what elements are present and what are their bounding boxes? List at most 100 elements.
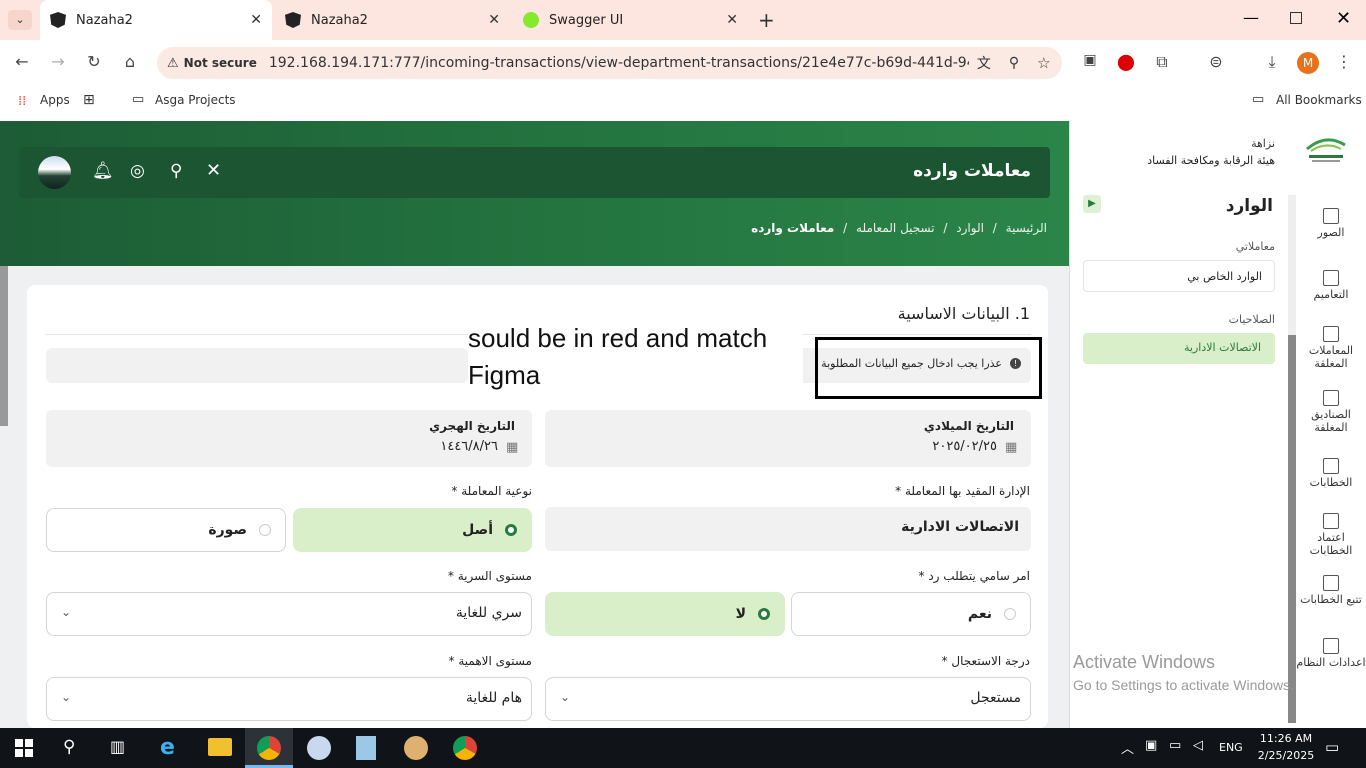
zoom-icon[interactable]: ⚲ [1009,55,1019,71]
radio-copy-label: صورة [208,522,247,538]
notification-icon[interactable]: ▭ [1325,738,1339,756]
chevron-down-icon: ⌄ [61,690,72,704]
radio-no[interactable]: لا [545,592,785,636]
address-bar[interactable]: ⚠ Not secure 192.168.194.171:777/incomin… [157,47,1062,79]
folder-bookmark[interactable]: Asga Projects [155,93,236,107]
breadcrumb-separator: / [992,221,997,235]
sidebar-item-system-settings[interactable]: اعدادات النظام [1296,638,1366,669]
restore-button[interactable] [1290,12,1302,24]
extensions-puzzle-icon[interactable]: ⧉ [1151,52,1173,72]
home-icon[interactable]: ⌂ [119,52,141,71]
close-tab-icon[interactable]: ✕ [726,12,738,28]
radio-original[interactable]: أصل [293,508,532,552]
apps-icon[interactable]: ⁞⁞ [18,94,26,109]
minimize-button[interactable]: — [1243,8,1259,27]
document-icon [1323,575,1339,591]
volume-icon[interactable]: ◁ [1193,738,1203,753]
transaction-type-label: نوعية المعاملة * [451,484,532,498]
chrome-icon[interactable] [453,736,477,760]
reload-icon[interactable]: ↻ [83,52,105,71]
sidebar-item-label: التعاميم [1313,288,1349,301]
tab-search-button[interactable]: ⌄ [8,10,32,30]
network-warning-icon[interactable]: ▣ [1145,738,1157,753]
download-icon[interactable]: ⤓ [1261,52,1283,72]
breadcrumb-register[interactable]: تسجيل المعامله [856,221,935,235]
tab-2[interactable]: Nazaha2 ✕ [275,0,510,40]
sidebar-item-label: تتبع الخطابات [1300,593,1362,606]
tab-3[interactable]: Swagger UI ✕ [513,0,748,40]
scrollbar-left[interactable] [0,266,8,426]
search-icon[interactable]: ⚲ [170,161,182,181]
calendar-icon[interactable]: ▦ [506,440,518,455]
close-window-button[interactable]: ✕ [1336,8,1351,29]
windows-start-icon[interactable] [15,739,33,757]
task-view-icon[interactable]: ▥ [110,737,125,756]
url-text[interactable]: 192.168.194.171:777/incoming-transaction… [269,55,969,71]
security-label[interactable]: Not secure [184,56,257,70]
hijri-date-label: التاريخ الهجري [429,419,515,433]
scrollbar-thumb[interactable] [1288,335,1296,723]
close-tab-icon[interactable]: ✕ [488,12,500,28]
paint-app-icon[interactable] [307,736,331,760]
profile-avatar[interactable]: M [1297,52,1319,74]
importance-select[interactable]: هام للغاية ⌄ [46,677,532,721]
forward-icon[interactable]: → [47,52,69,71]
internet-explorer-icon[interactable]: e [160,735,175,760]
back-icon[interactable]: ← [11,52,33,71]
file-explorer-icon[interactable] [208,738,232,756]
close-icon[interactable]: ✕ [206,160,221,181]
org-short-name: نزاهة [1251,137,1275,150]
close-tab-icon[interactable]: ✕ [250,12,262,28]
sidebar-item-letters[interactable]: الخطابات [1296,458,1366,489]
language-indicator[interactable]: ENG [1219,741,1243,754]
chevron-up-icon[interactable]: ︿ [1121,738,1134,757]
globe-icon[interactable]: ◎ [130,161,145,181]
sidebar-item-my-incoming[interactable]: الوارد الخاص بي [1083,260,1275,292]
breadcrumb-home[interactable]: الرئيسية [1006,221,1047,235]
apps-bookmark[interactable]: Apps [40,93,70,107]
user-avatar[interactable] [38,156,71,189]
sidebar-item-closed-boxes[interactable]: الصناديق المغلقة [1296,390,1366,434]
radio-copy[interactable]: صورة [46,508,286,552]
tab-3-title: Swagger UI [549,12,624,28]
extension-icon[interactable]: ▣ [1079,52,1101,68]
new-tab-button[interactable]: + [758,8,775,32]
sidebar-item-images[interactable]: الصور [1296,208,1366,239]
chrome-icon[interactable] [257,736,281,760]
gregorian-date-value: ٢٠٢٥/٠٢/٢٥ [932,439,997,454]
sidebar-item-closed-transactions[interactable]: المعاملات المغلقة [1296,326,1366,370]
sidebar-item-track-letters[interactable]: تتبع الخطابات [1296,575,1366,606]
extension-red-icon[interactable]: ⬤ [1115,52,1137,71]
chevron-down-icon: ⌄ [61,605,72,619]
department-label: الإدارة المقيد بها المعاملة * [895,484,1030,498]
sidebar-item-permission[interactable]: الاتصالات الادارية [1083,333,1275,364]
breadcrumb-incoming[interactable]: الوارد [956,221,984,235]
clock-date[interactable]: 2/25/2025 [1253,749,1319,762]
search-icon[interactable]: ⚲ [63,737,75,757]
sidebar-item-label: الخطابات [1309,476,1353,489]
grid-icon[interactable]: ⊞ [83,92,95,108]
calendar-icon[interactable]: ▦ [1005,440,1017,455]
sidebar-scrollbar[interactable] [1288,195,1296,723]
menu-icon[interactable]: ⋮ [1333,52,1355,71]
sidebar-item-approve-letters[interactable]: اعتماد الخطابات [1296,513,1366,557]
my-transactions-label: معاملاتي [1235,240,1275,253]
bell-icon[interactable]: 🔔︎ [92,161,114,181]
network-icon[interactable]: ▭ [1169,738,1181,753]
breadcrumb-separator: / [943,221,948,235]
tab-1[interactable]: Nazaha2 ✕ [40,0,272,40]
empty-field-left [46,348,468,383]
radio-yes[interactable]: نعم [791,592,1031,636]
bookmark-star-icon[interactable]: ☆ [1037,54,1050,72]
collapse-toggle-icon[interactable]: ▶ [1083,195,1101,213]
notepad-icon[interactable] [356,736,376,760]
urgency-select[interactable]: مستعجل ⌄ [545,677,1031,721]
secrecy-select[interactable]: سري للغاية ⌄ [46,592,532,636]
all-bookmarks[interactable]: All Bookmarks [1276,93,1362,107]
sidebar-item-circulars[interactable]: التعاميم [1296,270,1366,301]
translate-icon[interactable]: 文 [977,53,991,73]
paint-palette-icon[interactable] [404,736,428,760]
incognito-icon[interactable]: ⊜ [1205,52,1227,71]
folder-icon: ▭ [1252,92,1265,107]
clock-time[interactable]: 11:26 AM [1256,732,1316,745]
